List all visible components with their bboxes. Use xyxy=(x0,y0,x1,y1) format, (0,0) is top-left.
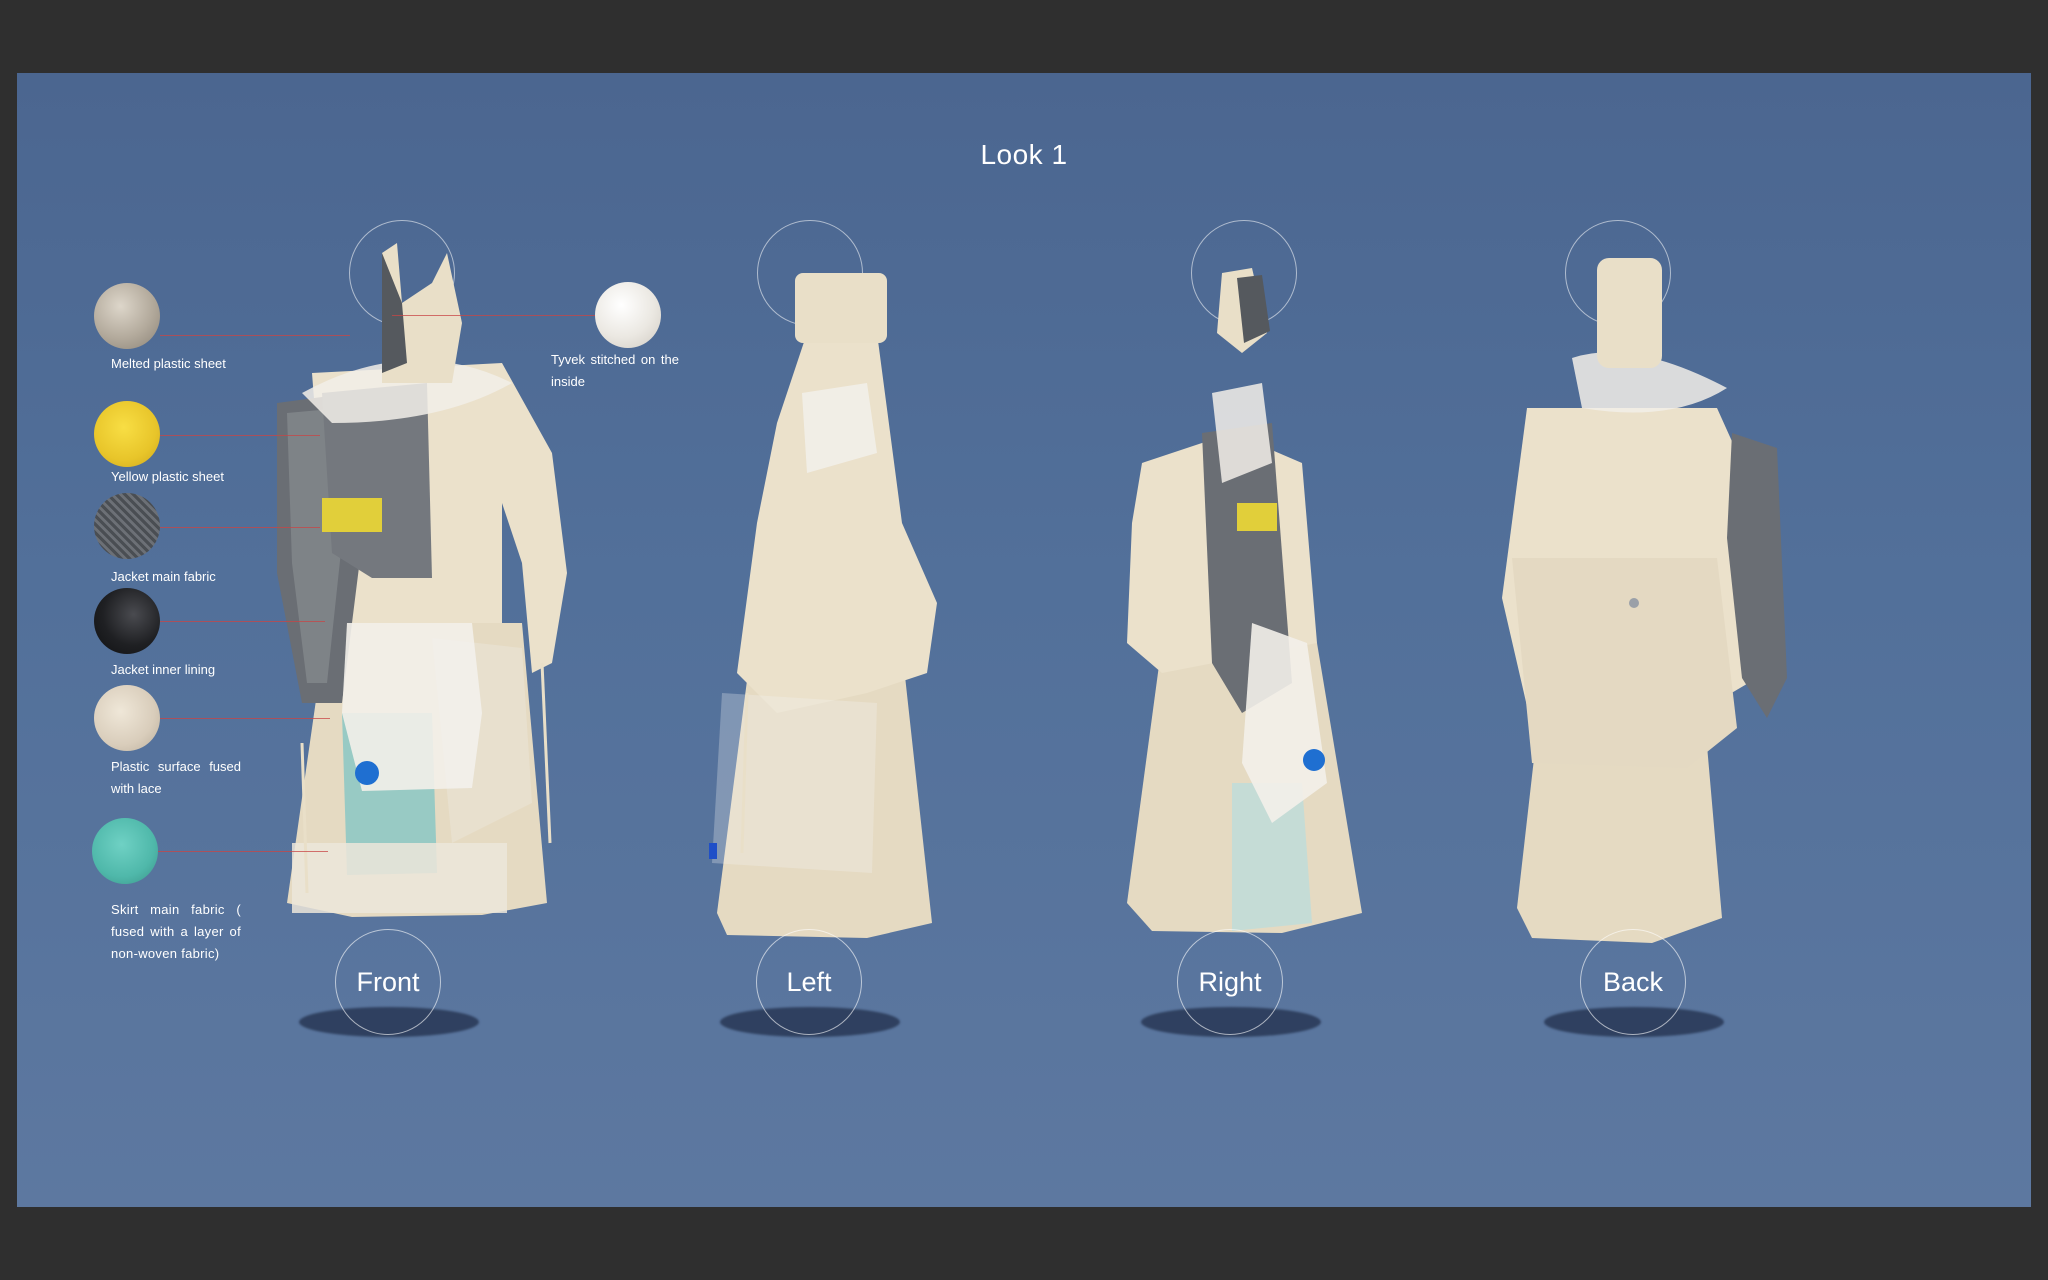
label-jacket-lining: Jacket inner lining xyxy=(111,662,216,677)
look-slide: Look 1 Front Left Right Back Melted plas… xyxy=(17,73,2031,1207)
leader-jacket-lining xyxy=(160,621,325,622)
swatch-tyvek xyxy=(595,282,661,348)
swatch-skirt-main xyxy=(92,818,158,884)
label-jacket-main: Jacket main fabric xyxy=(111,569,216,584)
label-plastic-lace: Plastic surface fused with lace xyxy=(111,759,241,796)
swatch-jacket-lining xyxy=(94,588,160,654)
leader-skirt-main xyxy=(158,851,328,852)
garment-back-view xyxy=(1472,258,1792,998)
label-melted-plastic: Melted plastic sheet xyxy=(111,356,226,371)
leader-jacket-main xyxy=(160,527,320,528)
page-title: Look 1 xyxy=(980,139,1068,170)
label-skirt-main: Skirt main fabric ( fused with a layer o… xyxy=(111,902,241,961)
view-left-button[interactable]: Left xyxy=(756,929,862,1035)
view-back-button[interactable]: Back xyxy=(1580,929,1686,1035)
label-tyvek: Tyvek stitched on the inside xyxy=(551,352,679,389)
swatch-melted-plastic xyxy=(94,283,160,349)
swatch-jacket-main xyxy=(94,493,160,559)
garment-front-view xyxy=(232,243,592,1003)
leader-yellow-plastic xyxy=(160,435,320,436)
swatch-plastic-lace xyxy=(94,685,160,751)
label-yellow-plastic: Yellow plastic sheet xyxy=(111,469,224,484)
view-right-button[interactable]: Right xyxy=(1177,929,1283,1035)
swatch-yellow-plastic xyxy=(94,401,160,467)
leader-melted-plastic xyxy=(160,335,350,336)
leader-tyvek xyxy=(392,315,595,316)
garment-left-view xyxy=(667,273,987,993)
view-front-button[interactable]: Front xyxy=(335,929,441,1035)
garment-right-view xyxy=(1102,263,1402,993)
leader-plastic-lace xyxy=(160,718,330,719)
